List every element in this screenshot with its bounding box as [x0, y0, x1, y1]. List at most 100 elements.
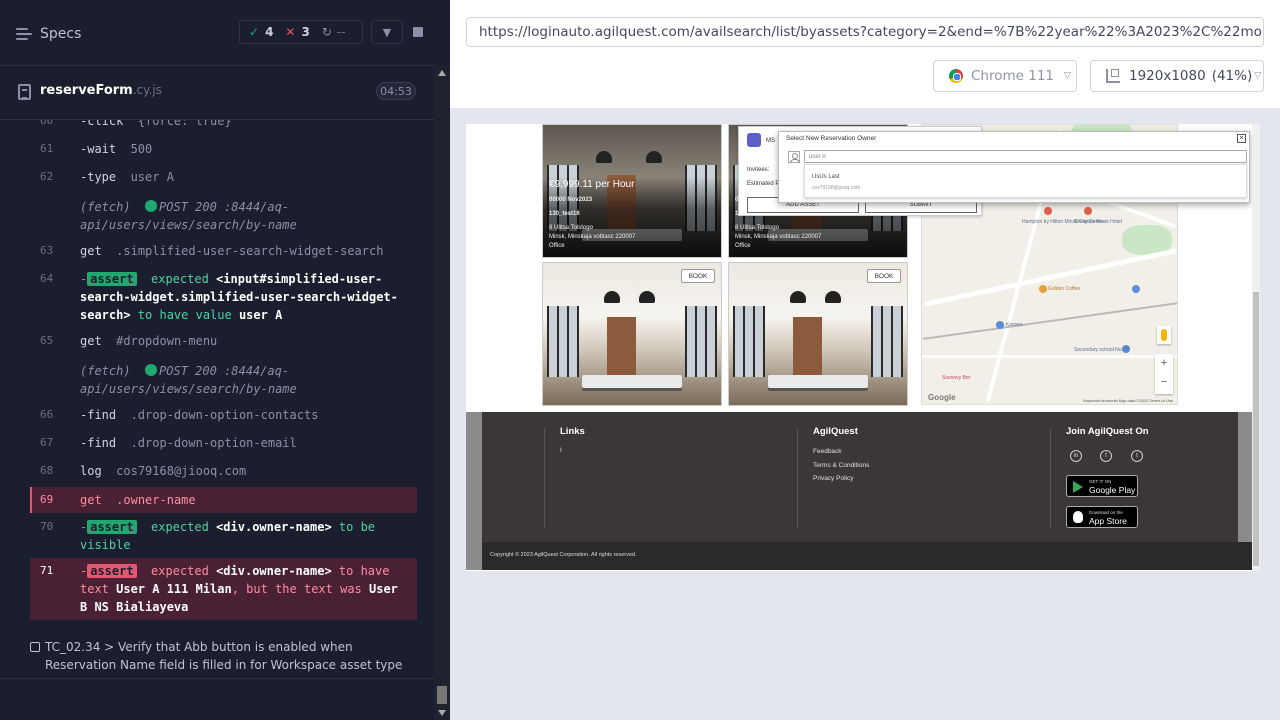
browser-select[interactable]: Chrome 111 ▽: [933, 60, 1077, 92]
assert-badge: assert: [87, 520, 137, 534]
asset-info: €9,999.11 per Hour 00000 Nov2023 130_tes…: [543, 177, 721, 257]
x-icon: ✕: [285, 25, 296, 39]
assert-row-failed[interactable]: 71 - assert expected <div.owner-name> to …: [30, 558, 417, 620]
command-message: {force: true}: [137, 120, 232, 128]
command-number: 66: [40, 408, 54, 421]
book-button[interactable]: BOOK: [867, 269, 901, 283]
google-play-button[interactable]: GET IT ON Google Play: [1066, 475, 1138, 497]
asset-card[interactable]: BOOK: [542, 262, 722, 406]
page-gutter: [1238, 412, 1252, 542]
command-log-scrollbar[interactable]: [434, 66, 450, 720]
command-message: user A: [130, 170, 174, 184]
hotel-marker-icon[interactable]: [1084, 207, 1092, 215]
scrollbar-thumb[interactable]: [437, 686, 447, 704]
chevron-down-icon: ▽: [1064, 71, 1071, 81]
map-attribution[interactable]: Keyboard shortcuts Map data ©2023 Terms …: [1083, 398, 1173, 403]
command-number: 62: [40, 170, 54, 183]
command-row[interactable]: 66 -find .drop-down-option-contacts: [30, 406, 417, 424]
place-marker-icon[interactable]: [1132, 285, 1140, 293]
asset-card[interactable]: €9,999.11 per Hour 00000 Nov2023 130_tes…: [542, 124, 722, 258]
fetch-row[interactable]: (fetch) POST 200 :8444/aq-api/users/view…: [30, 362, 417, 398]
hotel-marker-icon[interactable]: [1044, 207, 1052, 215]
page-gutter: [466, 412, 482, 570]
command-number: 65: [40, 334, 54, 347]
scroll-down-icon[interactable]: [438, 710, 446, 716]
fetch-row[interactable]: (fetch) POST 200 :8444/aq-api/users/view…: [30, 198, 417, 234]
command-name: log: [80, 464, 102, 478]
assert-row[interactable]: 64 - assert expected <input#simplified-us…: [30, 270, 417, 324]
scrollbar-thumb[interactable]: [1253, 292, 1259, 566]
spec-duration-badge: 04:53: [376, 82, 416, 100]
dropdown-option-contact[interactable]: UsUs Last: [812, 174, 840, 180]
scroll-up-icon[interactable]: [438, 70, 446, 76]
command-row[interactable]: 63 get .simplified-user-search-widget-se…: [30, 242, 417, 260]
asset-street: 8 Ulitsa Tolstogo: [735, 225, 779, 231]
app-page: €9,999.11 per Hour 00000 Nov2023 130_tes…: [466, 124, 1252, 571]
owner-search-input[interactable]: [805, 151, 1246, 162]
app-under-test-frame[interactable]: €9,999.11 per Hour 00000 Nov2023 130_tes…: [466, 124, 1260, 571]
chevron-down-button[interactable]: ▼: [371, 20, 403, 44]
command-number: 61: [40, 142, 54, 155]
book-button[interactable]: BOOK: [681, 269, 715, 283]
store-caption: GET IT ON: [1089, 479, 1112, 484]
map-label: Sheraton Minsk Hotel: [1074, 219, 1122, 225]
google-play-icon: [1073, 481, 1083, 493]
assert-subject: <div.owner-name>: [216, 564, 332, 578]
command-message: .drop-down-option-email: [130, 436, 297, 450]
footer-link[interactable]: I: [560, 447, 562, 454]
zoom-in-button[interactable]: +: [1155, 354, 1173, 373]
dropdown-option-email[interactable]: cos79168@jiooq.com: [812, 185, 860, 191]
terms-link[interactable]: Terms & Conditions: [813, 462, 869, 469]
command-row[interactable]: 60 -click {force: true}: [30, 120, 417, 130]
app-store-button[interactable]: Download on the App Store: [1066, 506, 1138, 528]
assert-row[interactable]: 70 - assert expected <div.owner-name> to …: [30, 518, 417, 554]
asset-image: [729, 263, 907, 405]
asset-card[interactable]: BOOK: [728, 262, 908, 406]
stop-button[interactable]: [404, 20, 432, 44]
privacy-link[interactable]: Privacy Policy: [813, 475, 853, 482]
spec-file-header[interactable]: reserveForm.cy.js 04:53: [0, 66, 434, 120]
command-row[interactable]: 61 -wait 500: [30, 140, 417, 158]
command-number: 68: [40, 464, 54, 477]
assert-badge: assert: [87, 272, 137, 286]
check-icon: ✓: [249, 25, 260, 39]
store-caption: Download on the: [1089, 510, 1123, 515]
cafe-marker-icon[interactable]: [1039, 285, 1047, 293]
facebook-icon[interactable]: f: [1100, 450, 1112, 462]
twitter-icon[interactable]: t: [1131, 450, 1143, 462]
command-row-failed[interactable]: 69 get .owner-name: [30, 487, 417, 513]
street-view-icon[interactable]: [1157, 326, 1171, 344]
command-name: -wait: [80, 142, 117, 156]
command-name: get: [80, 334, 102, 348]
command-row[interactable]: 68 log cos79168@jiooq.com: [30, 462, 417, 480]
footer-bottom-bar: Copyright © 2023 AgilQuest Corporation. …: [482, 542, 1252, 570]
status-dot-icon: [145, 200, 158, 212]
chrome-icon: [949, 69, 963, 83]
linkedin-icon[interactable]: in: [1070, 450, 1082, 462]
zoom-out-button[interactable]: −: [1155, 373, 1173, 392]
document-icon: [18, 84, 31, 100]
command-name: -type: [80, 170, 117, 184]
command-number: 70: [40, 520, 54, 533]
dropdown-menu[interactable]: UsUs Last cos79168@jiooq.com: [804, 164, 1247, 198]
viewport-size: 1920x1080: [1129, 68, 1206, 84]
app-scrollbar[interactable]: [1252, 124, 1260, 571]
command-row[interactable]: 67 -find .drop-down-option-email: [30, 434, 417, 452]
viewport-select[interactable]: 1920x1080 (41%) ▽: [1090, 60, 1264, 92]
asset-image: [543, 263, 721, 405]
assert-text: to have value: [130, 308, 239, 322]
command-row[interactable]: 65 get #dropdown-menu: [30, 332, 417, 350]
url-bar[interactable]: https://loginauto.agilquest.com/availsea…: [466, 17, 1264, 47]
assert-expected: User A 111 Milan: [116, 582, 232, 596]
shop-marker-icon[interactable]: [996, 321, 1004, 329]
divider: [544, 428, 545, 528]
feedback-link[interactable]: Feedback: [813, 448, 842, 455]
specs-toggle[interactable]: Specs: [16, 24, 81, 44]
spinner-icon: ↻: [321, 25, 332, 39]
specs-title-label: Specs: [40, 26, 82, 42]
divider: [1050, 428, 1051, 528]
close-button[interactable]: ×: [1237, 134, 1246, 143]
asset-name: 130_test16: [549, 211, 580, 217]
modal-title: Select New Reservation Owner: [786, 135, 877, 142]
command-row[interactable]: 62 -type user A: [30, 168, 417, 186]
